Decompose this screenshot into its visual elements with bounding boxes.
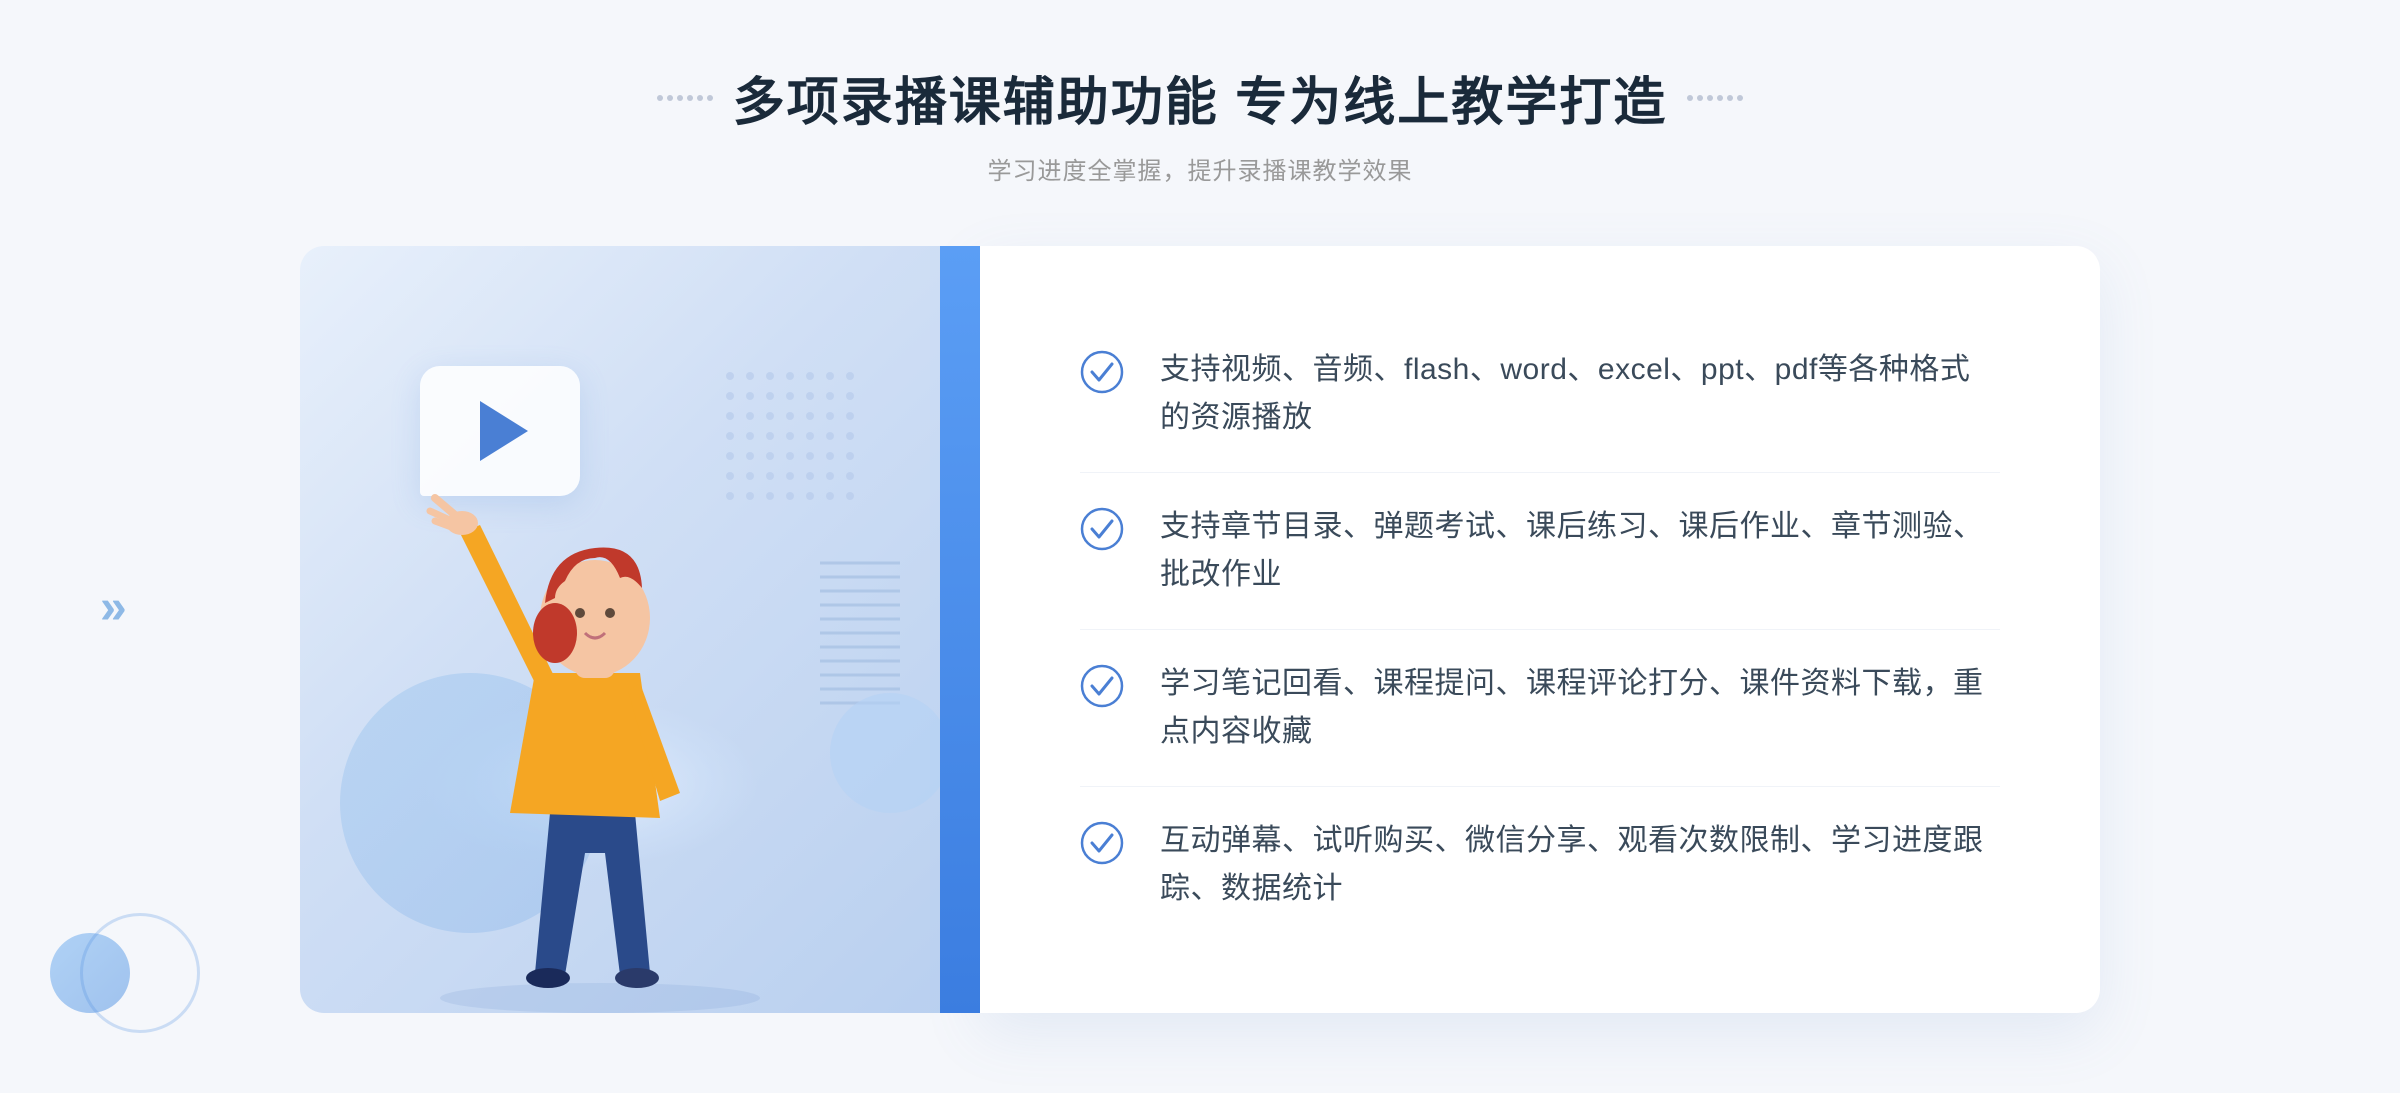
decorator-dot xyxy=(1687,95,1693,101)
feature-text-2: 支持章节目录、弹题考试、课后练习、课后作业、章节测验、批改作业 xyxy=(1160,503,2000,599)
feature-text-4: 互动弹幕、试听购买、微信分享、观看次数限制、学习进度跟踪、数据统计 xyxy=(1160,817,2000,913)
blue-strip-deco xyxy=(940,246,980,1013)
decorator-dot xyxy=(707,95,713,101)
header-section: 多项录播课辅助功能 专为线上教学打造 学习进度全掌握，提升录播课教学效果 xyxy=(657,60,1743,186)
ext-circle-outline xyxy=(80,913,200,1033)
page-title: 多项录播课辅助功能 专为线上教学打造 xyxy=(733,60,1667,135)
decorator-dot xyxy=(1727,95,1733,101)
feature-item-2: 支持章节目录、弹题考试、课后练习、课后作业、章节测验、批改作业 xyxy=(1080,473,2000,630)
chevron-left-deco: » xyxy=(100,580,127,635)
page-container: » 多项录播课辅助功能 专为线上教学打造 学习进度全掌握，提升 xyxy=(0,0,2400,1093)
feature-text-1: 支持视频、音频、flash、word、excel、ppt、pdf等各种格式的资源… xyxy=(1160,346,2000,442)
decorator-dot xyxy=(1737,95,1743,101)
decorator-dot xyxy=(667,95,673,101)
feature-item-1: 支持视频、音频、flash、word、excel、ppt、pdf等各种格式的资源… xyxy=(1080,316,2000,473)
person-illustration xyxy=(380,433,860,1013)
header-decorator-right xyxy=(1687,95,1743,101)
feature-text-3: 学习笔记回看、课程提问、课程评论打分、课件资料下载，重点内容收藏 xyxy=(1160,660,2000,756)
decorator-dot xyxy=(1697,95,1703,101)
page-subtitle: 学习进度全掌握，提升录播课教学效果 xyxy=(657,151,1743,186)
decorator-dot xyxy=(657,95,663,101)
check-icon-4 xyxy=(1080,821,1124,865)
check-icon-3 xyxy=(1080,664,1124,708)
feature-item-3: 学习笔记回看、课程提问、课程评论打分、课件资料下载，重点内容收藏 xyxy=(1080,630,2000,787)
right-features-panel: 支持视频、音频、flash、word、excel、ppt、pdf等各种格式的资源… xyxy=(980,246,2100,1013)
decorator-dot xyxy=(1707,95,1713,101)
header-title-row: 多项录播课辅助功能 专为线上教学打造 xyxy=(657,60,1743,135)
feature-item-4: 互动弹幕、试听购买、微信分享、观看次数限制、学习进度跟踪、数据统计 xyxy=(1080,787,2000,943)
check-icon-1 xyxy=(1080,350,1124,394)
main-content: // Generate dot grid via SVG « xyxy=(300,246,2100,1013)
decorator-dot xyxy=(1717,95,1723,101)
header-decorator-left xyxy=(657,95,713,101)
decorator-dot xyxy=(687,95,693,101)
check-icon-2 xyxy=(1080,507,1124,551)
decorator-dot xyxy=(677,95,683,101)
left-illustration-panel: // Generate dot grid via SVG « xyxy=(300,246,980,1013)
decorator-dot xyxy=(697,95,703,101)
